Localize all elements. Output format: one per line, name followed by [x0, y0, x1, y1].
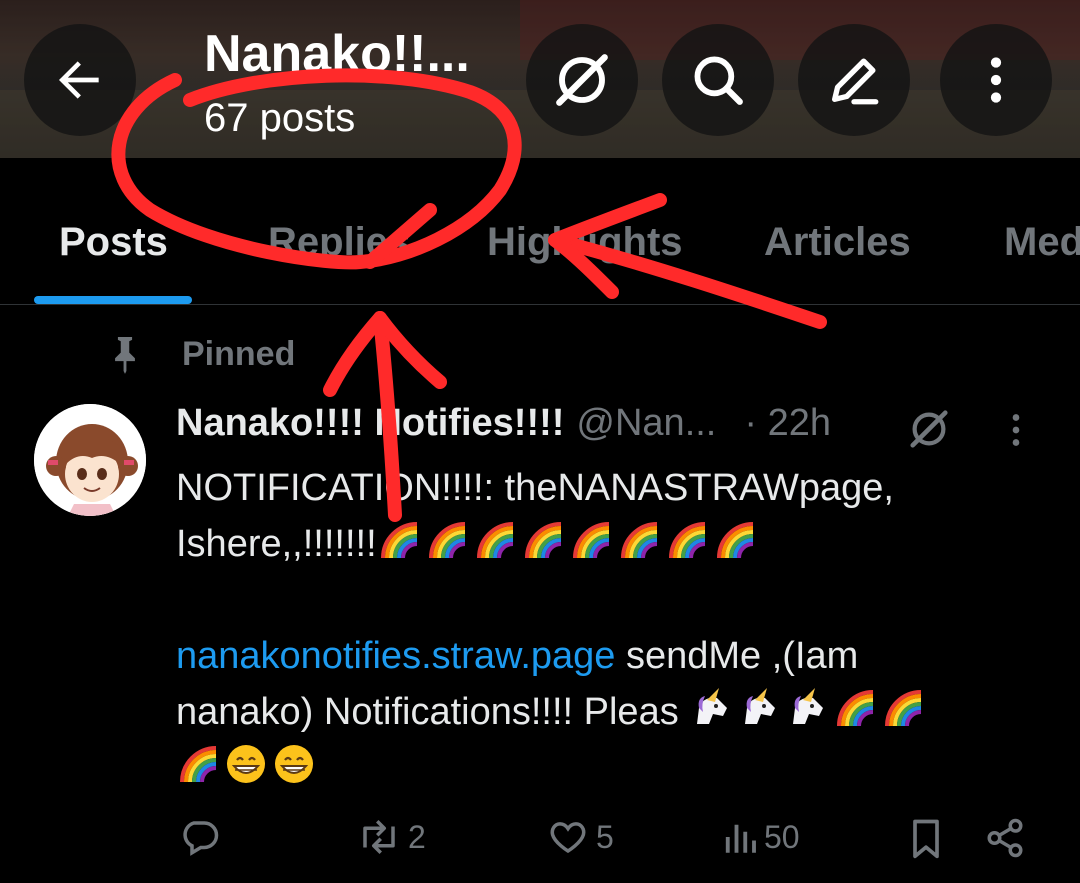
repost-button[interactable]: 2 — [356, 816, 426, 858]
pinned-indicator: Pinned — [108, 334, 295, 374]
unicorn-emoji — [697, 688, 728, 724]
tab-media[interactable]: Media — [1004, 220, 1080, 265]
post-author-handle[interactable]: @Nan... — [576, 402, 716, 445]
like-button[interactable]: 5 — [546, 816, 614, 858]
arrow-left-icon — [59, 61, 99, 99]
back-button[interactable] — [24, 24, 136, 136]
unicorn-emoji — [745, 688, 776, 724]
repost-count: 2 — [408, 818, 426, 855]
avatar[interactable] — [34, 404, 146, 516]
rainbow-emoji — [476, 522, 513, 559]
post-header: Nanako!!!! Notifies!!!! @Nan... · 22h — [176, 402, 831, 452]
rainbow-emoji — [716, 522, 753, 559]
profile-tabs: Posts Replies Highlights Articles Media — [0, 158, 1080, 305]
rainbow-emoji — [180, 746, 217, 783]
post-grok-button[interactable] — [906, 406, 952, 457]
share-icon — [987, 818, 1023, 858]
rainbow-emoji — [837, 690, 874, 727]
more-vertical-icon — [990, 57, 1002, 103]
rainbow-emoji — [572, 522, 609, 559]
post-text-line: NOTIFICATION!!!!: theNANASTRAWpage, — [176, 467, 894, 509]
post-body: NOTIFICATION!!!!: theNANASTRAWpage, Ishe… — [176, 460, 1036, 796]
reply-icon — [183, 821, 219, 856]
unicorn-emoji — [793, 688, 824, 724]
repost-icon — [363, 820, 395, 854]
emoji-row — [176, 745, 320, 789]
tab-posts[interactable]: Posts — [59, 220, 168, 265]
like-count: 5 — [596, 818, 614, 855]
post-text-line: nanako) Notifications!!!! Pleas — [176, 684, 1036, 740]
rainbow-emoji — [668, 522, 705, 559]
rainbow-emoji — [380, 522, 417, 559]
compose-button[interactable] — [798, 24, 910, 136]
post-link[interactable]: nanakonotifies.straw.page — [176, 635, 615, 677]
rainbow-emoji — [620, 522, 657, 559]
compose-icon — [832, 58, 879, 105]
rainbow-emoji — [524, 522, 561, 559]
more-options-button[interactable] — [940, 24, 1052, 136]
rainbow-emoji — [428, 522, 465, 559]
post-text-line: nanakonotifies.straw.page sendMe ,(Iam — [176, 635, 859, 677]
grok-icon — [910, 410, 948, 448]
search-button[interactable] — [662, 24, 774, 136]
emoji-row — [377, 522, 761, 565]
bookmark-icon — [913, 819, 939, 859]
post-timestamp[interactable]: · 22h — [744, 402, 831, 445]
views-icon — [725, 824, 756, 853]
tab-replies[interactable]: Replies — [268, 220, 410, 265]
post-text-line — [176, 740, 1036, 796]
grok-button[interactable] — [526, 24, 638, 136]
emoji-row — [689, 688, 929, 733]
post-author-name[interactable]: Nanako!!!! Notifies!!!! — [176, 402, 564, 445]
heart-icon — [550, 822, 586, 854]
grin-emoji — [275, 745, 313, 783]
post-count: 67 posts — [204, 96, 356, 140]
search-icon — [694, 56, 743, 105]
pin-icon — [115, 337, 135, 374]
rainbow-emoji — [885, 690, 922, 727]
views-button[interactable]: 50 — [722, 816, 800, 858]
post-actions: 2 5 50 — [0, 810, 1080, 870]
tab-articles[interactable]: Articles — [764, 220, 911, 265]
profile-header-banner: Nanako!!... 67 posts — [0, 0, 1080, 158]
grin-emoji — [227, 745, 265, 783]
active-tab-indicator — [34, 296, 192, 304]
bookmark-button[interactable] — [906, 816, 946, 860]
share-button[interactable] — [984, 816, 1026, 860]
grok-icon — [556, 54, 608, 106]
profile-title: Nanako!!... — [204, 25, 470, 83]
tab-highlights[interactable]: Highlights — [487, 220, 683, 265]
post-text-line: Ishere,,!!!!!!! — [176, 516, 1036, 572]
more-vertical-icon — [1012, 414, 1020, 446]
post-more-button[interactable] — [1006, 410, 1026, 455]
views-count: 50 — [764, 818, 800, 855]
pinned-label: Pinned — [182, 334, 296, 373]
reply-button[interactable] — [178, 816, 226, 858]
